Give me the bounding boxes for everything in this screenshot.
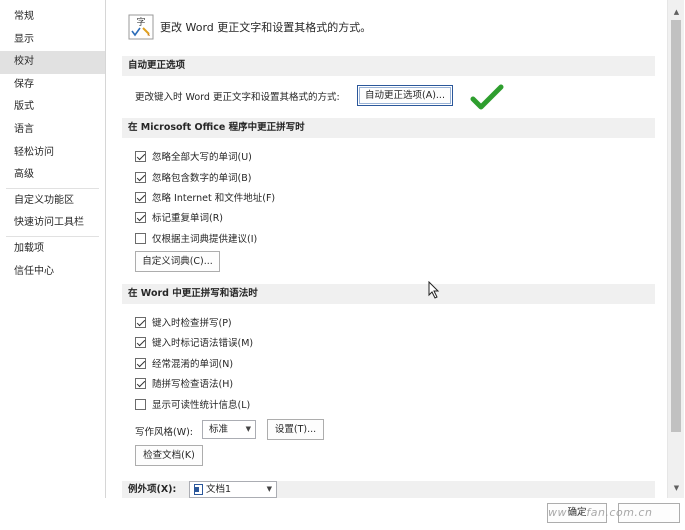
- recheck-document-button[interactable]: 检查文档(K): [135, 445, 203, 466]
- option-confused-words[interactable]: 经常混淆的单词(N): [135, 356, 233, 370]
- checkbox-mark-grammar[interactable]: [135, 336, 146, 348]
- sidebar-item-accessibility[interactable]: 轻松访问: [0, 142, 105, 165]
- sidebar-divider: [6, 235, 99, 237]
- sidebar-item-save[interactable]: 保存: [0, 74, 105, 97]
- checkbox-confused-words[interactable]: [135, 357, 146, 369]
- autocorrect-label: 更改键入时 Word 更正文字和设置其格式的方式:: [135, 92, 340, 103]
- checkbox-check-grammar[interactable]: [135, 377, 146, 389]
- svg-text:字: 字: [136, 16, 145, 28]
- scrollbar-thumb[interactable]: [671, 20, 681, 432]
- grammar-settings-button[interactable]: 设置(T)...: [267, 419, 324, 440]
- option-label: 随拼写检查语法(H): [152, 379, 234, 390]
- sidebar-item-general[interactable]: 常规: [0, 6, 105, 29]
- option-label: 显示可读性统计信息(L): [152, 400, 251, 411]
- option-flag-repeated[interactable]: 标记重复单词(R): [135, 210, 223, 224]
- checkbox-main-dictionary-only[interactable]: [135, 232, 146, 244]
- section-office-spelling-title: 在 Microsoft Office 程序中更正拼写时: [122, 118, 655, 138]
- sidebar-item-trust-center[interactable]: 信任中心: [0, 261, 105, 284]
- checkbox-check-spelling[interactable]: [135, 316, 146, 328]
- sidebar-item-proofing[interactable]: 校对: [0, 51, 105, 74]
- scroll-down-arrow-icon[interactable]: ▼: [668, 480, 685, 496]
- sidebar-item-display[interactable]: 显示: [0, 29, 105, 52]
- sidebar-item-layout[interactable]: 版式: [0, 96, 105, 119]
- pane-header: 字 更改 Word 更正文字和设置其格式的方式。: [128, 14, 371, 40]
- writing-style-label: 写作风格(W):: [135, 427, 194, 438]
- option-check-spelling[interactable]: 键入时检查拼写(P): [135, 315, 232, 329]
- sidebar-item-language[interactable]: 语言: [0, 119, 105, 142]
- chevron-down-icon: ▼: [245, 425, 251, 433]
- writing-style-select[interactable]: 标准 ▼: [202, 420, 256, 439]
- checkbox-flag-repeated[interactable]: [135, 211, 146, 223]
- checkbox-ignore-uppercase[interactable]: [135, 150, 146, 162]
- custom-dictionaries-button[interactable]: 自定义词典(C)...: [135, 251, 220, 272]
- option-main-dictionary-only[interactable]: 仅根据主词典提供建议(I): [135, 231, 257, 245]
- option-label: 键入时标记语法错误(M): [152, 338, 254, 349]
- autocorrect-options-button[interactable]: 自动更正选项(A)...: [357, 85, 453, 106]
- option-label: 忽略全部大写的单词(U): [152, 152, 252, 163]
- option-ignore-uppercase[interactable]: 忽略全部大写的单词(U): [135, 149, 252, 163]
- option-ignore-internet[interactable]: 忽略 Internet 和文件地址(F): [135, 190, 275, 204]
- mouse-pointer-icon: [428, 281, 440, 299]
- exceptions-document-value: 文档1: [206, 484, 232, 495]
- site-watermark: www.cfan.com.cn: [548, 506, 653, 519]
- exceptions-label: 例外项(X):: [128, 484, 177, 495]
- section-word-spelling-title: 在 Word 中更正拼写和语法时: [122, 284, 655, 304]
- sidebar-item-quick-access-toolbar[interactable]: 快速访问工具栏: [0, 212, 105, 235]
- checkbox-ignore-numbers[interactable]: [135, 171, 146, 183]
- option-label: 仅根据主词典提供建议(I): [152, 234, 258, 245]
- option-ignore-numbers[interactable]: 忽略包含数字的单词(B): [135, 170, 251, 184]
- checkbox-readability-stats[interactable]: [135, 398, 146, 410]
- checkbox-ignore-internet[interactable]: [135, 191, 146, 203]
- scroll-up-arrow-icon[interactable]: ▲: [668, 4, 685, 20]
- option-label: 忽略包含数字的单词(B): [152, 173, 252, 184]
- sidebar-item-add-ins[interactable]: 加载项: [0, 238, 105, 261]
- writing-style-row: 写作风格(W):: [135, 424, 193, 438]
- chevron-down-icon: ▼: [266, 485, 272, 493]
- exceptions-document-select[interactable]: 文档1 ▼: [189, 481, 277, 498]
- option-label: 键入时检查拼写(P): [152, 318, 232, 329]
- sidebar-divider: [6, 187, 99, 189]
- option-label: 标记重复单词(R): [152, 213, 224, 224]
- sidebar-item-advanced[interactable]: 高级: [0, 164, 105, 187]
- option-mark-grammar[interactable]: 键入时标记语法错误(M): [135, 335, 253, 349]
- section-autocorrect-title: 自动更正选项: [122, 56, 655, 76]
- options-sidebar: 常规 显示 校对 保存 版式 语言 轻松访问 高级 自定义功能区 快速访问工具栏…: [0, 0, 106, 498]
- autocorrect-row: 更改键入时 Word 更正文字和设置其格式的方式:: [135, 89, 340, 103]
- vertical-scrollbar[interactable]: ▲ ▼: [667, 0, 684, 498]
- option-label: 经常混淆的单词(N): [152, 359, 234, 370]
- pane-description: 更改 Word 更正文字和设置其格式的方式。: [160, 21, 372, 34]
- option-check-grammar[interactable]: 随拼写检查语法(H): [135, 376, 233, 390]
- option-label: 忽略 Internet 和文件地址(F): [152, 193, 276, 204]
- word-document-icon: [194, 484, 203, 495]
- proofing-abc-icon: 字: [128, 14, 154, 40]
- proofing-pane: 字 更改 Word 更正文字和设置其格式的方式。 自动更正选项 更改键入时 Wo…: [107, 0, 667, 498]
- writing-style-value: 标准: [209, 424, 229, 435]
- option-readability-stats[interactable]: 显示可读性统计信息(L): [135, 397, 250, 411]
- green-checkmark-icon: [470, 84, 504, 110]
- sidebar-item-customize-ribbon[interactable]: 自定义功能区: [0, 190, 105, 213]
